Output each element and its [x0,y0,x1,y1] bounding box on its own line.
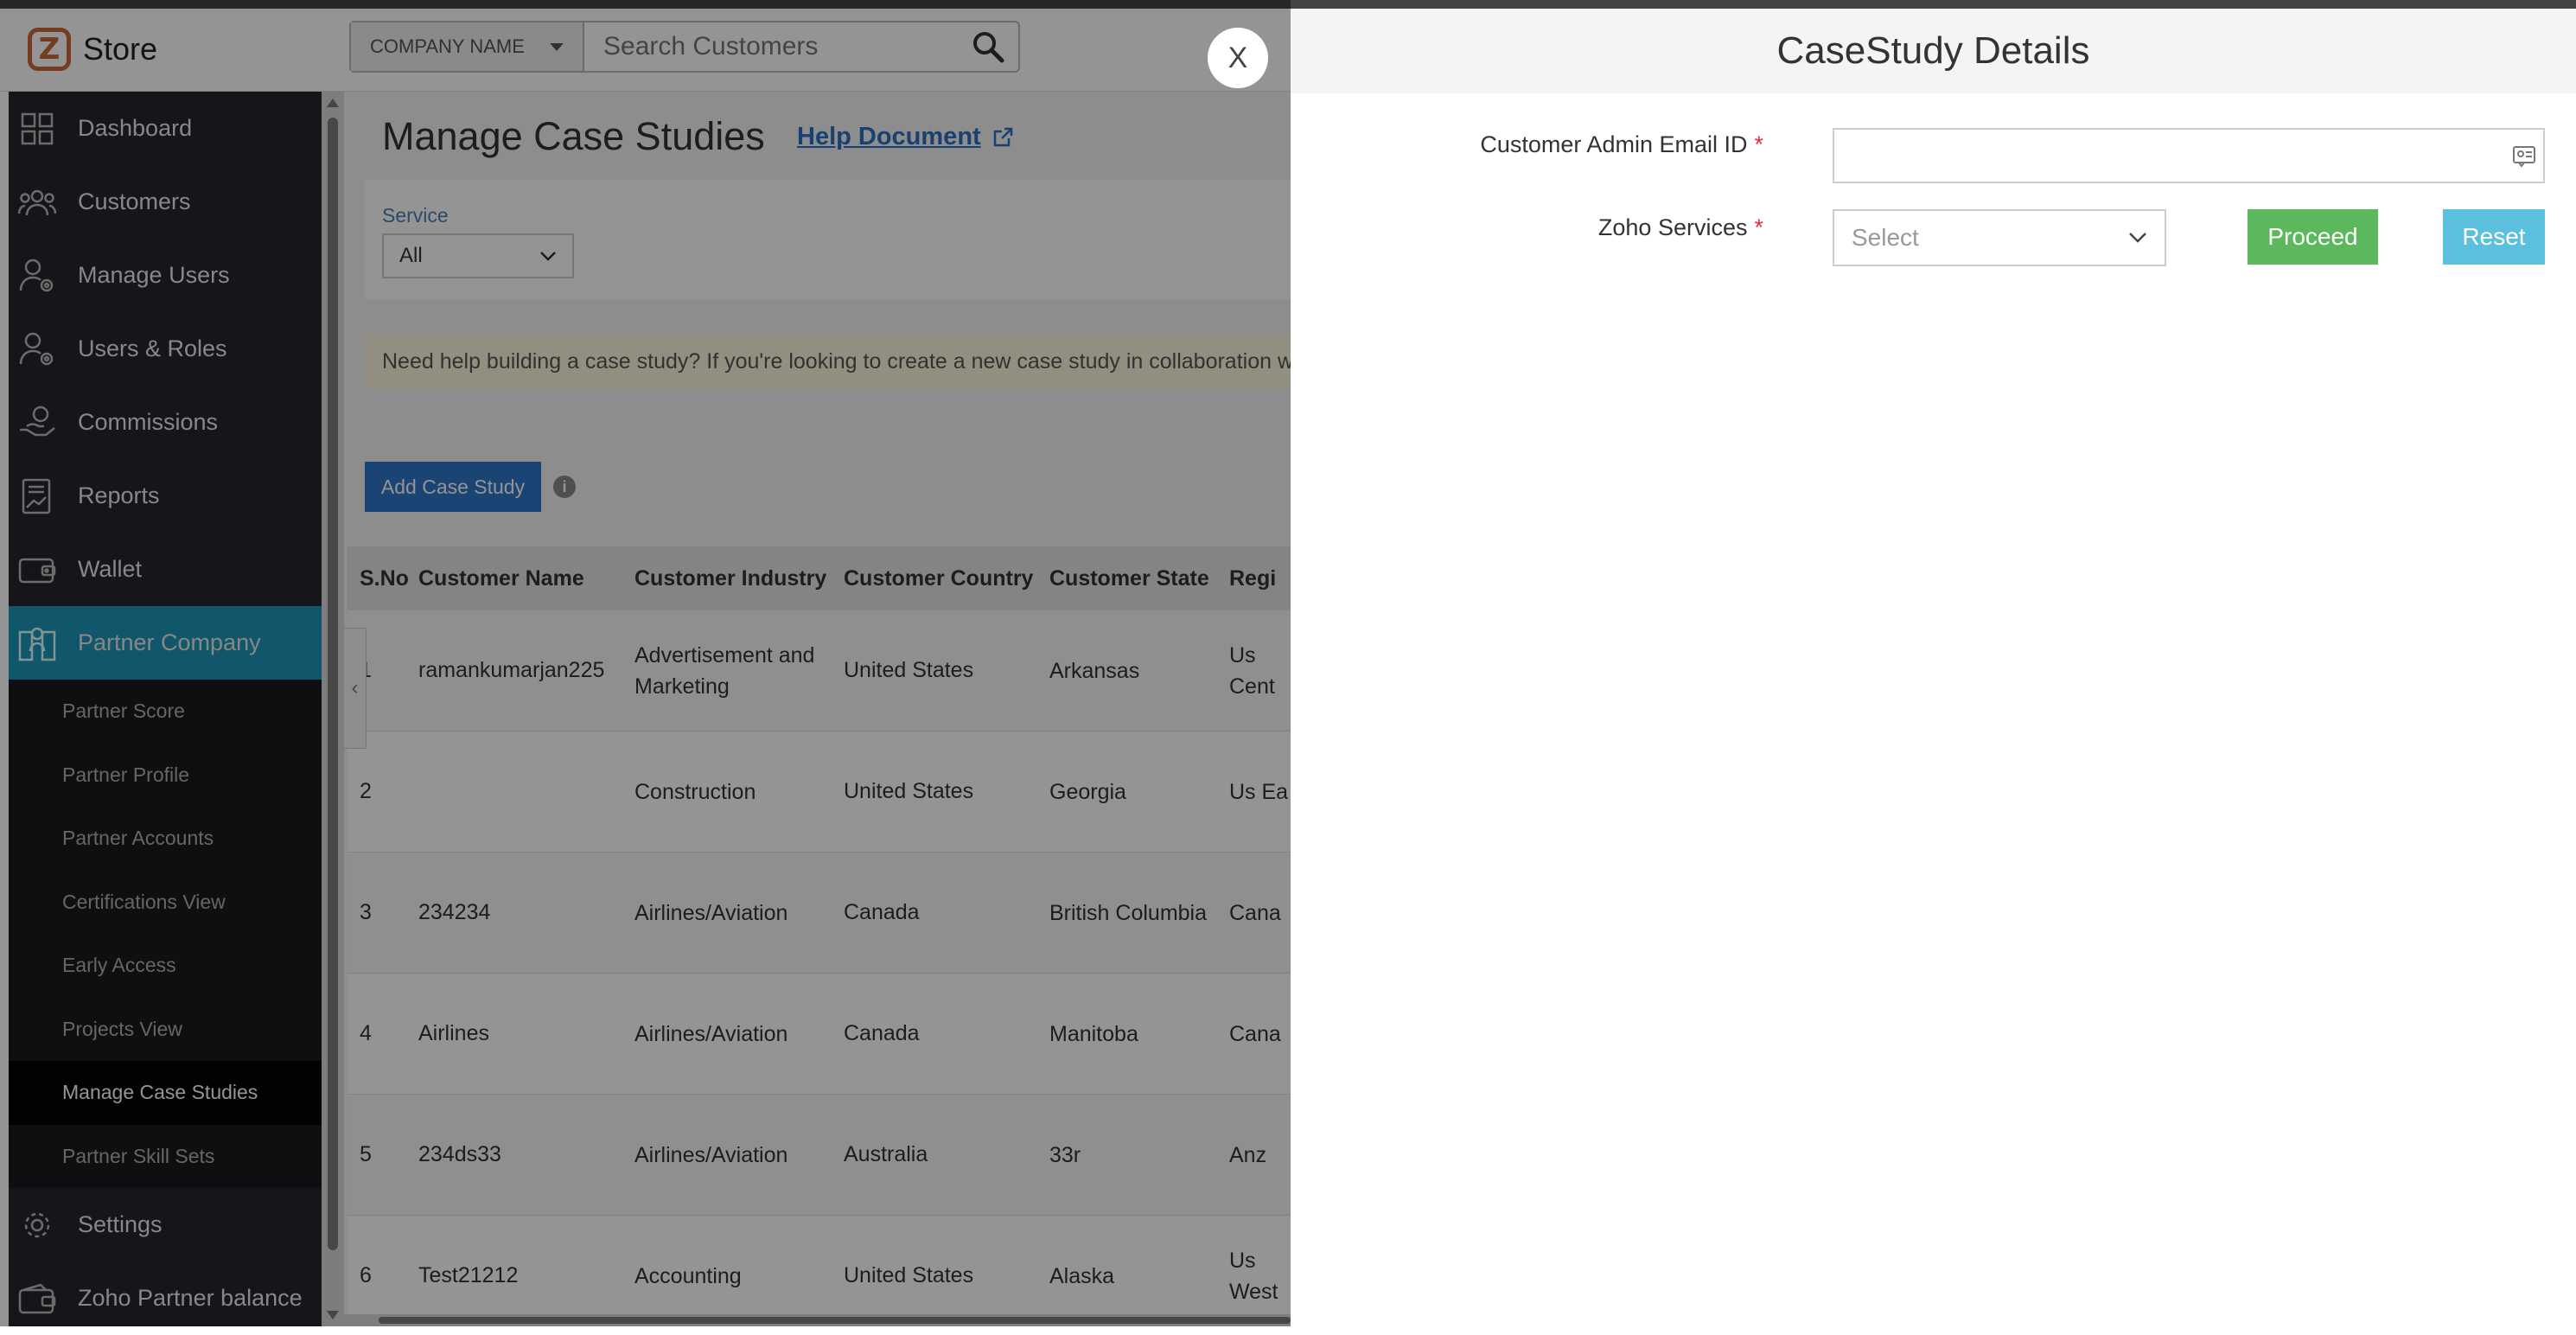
services-label-text: Zoho Services [1597,214,1748,240]
email-label: Customer Admin Email ID * [1480,131,1763,158]
required-mark: * [1754,131,1763,157]
close-drawer-button[interactable]: X [1208,28,1268,88]
zoho-services-label: Zoho Services * [1598,214,1763,241]
email-label-text: Customer Admin Email ID [1480,131,1748,157]
required-mark: * [1754,214,1763,240]
customer-admin-email-field[interactable] [1833,128,2545,183]
drawer-title: CaseStudy Details [1291,9,2576,93]
zoho-services-select[interactable]: Select [1833,209,2166,266]
proceed-button[interactable]: Proceed [2248,209,2378,265]
chevron-down-icon [2129,233,2146,243]
contact-card-icon[interactable] [2512,145,2536,172]
casestudy-details-drawer: CaseStudy Details Customer Admin Email I… [1291,9,2576,1326]
modal-backdrop[interactable] [0,0,1291,1326]
services-select-placeholder: Select [1852,224,1919,251]
reset-button[interactable]: Reset [2443,209,2545,265]
